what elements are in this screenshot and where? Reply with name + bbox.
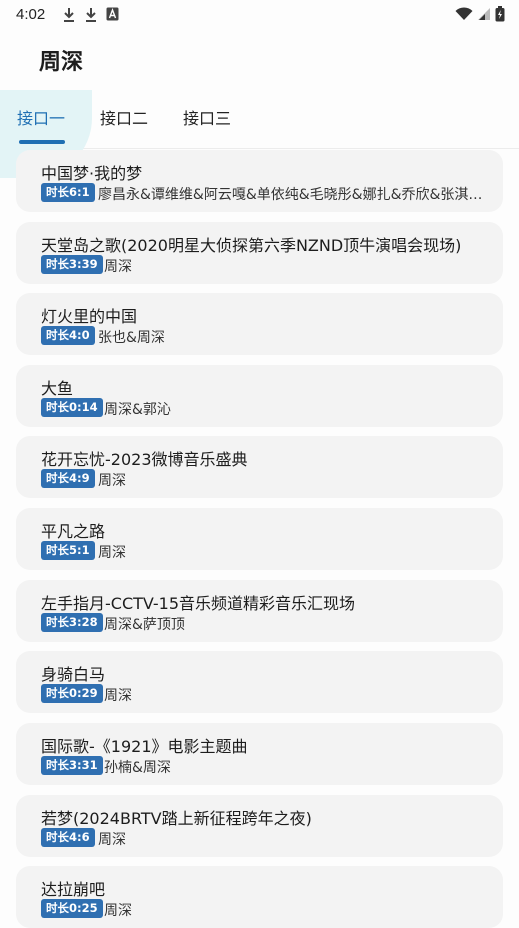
song-title: 平凡之路 xyxy=(41,522,106,541)
duration-badge: 时长0:14 xyxy=(41,398,103,417)
duration-badge: 时长0:25 xyxy=(41,899,103,918)
song-title: 达拉崩吧 xyxy=(41,880,106,899)
song-title: 中国梦·我的梦 xyxy=(41,164,143,183)
song-card[interactable]: 若梦(2024BRTV踏上新征程跨年之夜) 时长4:6 周深 xyxy=(16,795,503,857)
song-card[interactable]: 左手指月-CCTV-15音乐频道精彩音乐汇现场 时长3:28 周深&萨顶顶 xyxy=(16,580,503,642)
duration-badge: 时长4:0 xyxy=(41,326,95,345)
duration-badge: 时长6:1 xyxy=(41,183,95,202)
song-artist: 周深 xyxy=(104,903,132,919)
song-artist: 周深 xyxy=(98,545,126,561)
song-artist: 周深 xyxy=(104,688,132,704)
duration-badge: 时长3:39 xyxy=(41,255,103,274)
song-card[interactable]: 花开忘忧-2023微博音乐盛典 时长4:9 周深 xyxy=(16,436,503,498)
song-title: 身骑白马 xyxy=(41,665,106,684)
song-title: 灯火里的中国 xyxy=(41,307,138,326)
status-time: 4:02 xyxy=(16,6,46,23)
song-artist: 周深 xyxy=(98,832,126,848)
song-artist: 周深&郭沁 xyxy=(104,402,171,418)
song-title: 天堂岛之歌(2020明星大侦探第六季NZND顶牛演唱会现场) xyxy=(41,236,462,255)
song-card[interactable]: 大鱼 时长0:14 周深&郭沁 xyxy=(16,365,503,427)
song-card[interactable]: 国际歌-《1921》电影主题曲 时长3:31 孙楠&周深 xyxy=(16,723,503,785)
song-artist: 廖昌永&谭维维&阿云嘎&单依纯&毛晓彤&娜扎&乔欣&张淇… xyxy=(98,187,483,203)
status-icons-right xyxy=(455,6,505,22)
wifi-icon xyxy=(455,7,473,20)
status-icons-left xyxy=(62,7,119,23)
song-title: 国际歌-《1921》电影主题曲 xyxy=(41,737,248,756)
song-title: 花开忘忧-2023微博音乐盛典 xyxy=(41,450,248,469)
download-icon xyxy=(86,8,96,22)
duration-badge: 时长4:6 xyxy=(41,828,95,847)
duration-badge: 时长0:29 xyxy=(41,684,103,703)
song-card[interactable]: 天堂岛之歌(2020明星大侦探第六季NZND顶牛演唱会现场) 时长3:39 周深 xyxy=(16,222,503,284)
download-icon xyxy=(64,8,74,22)
song-card[interactable]: 中国梦·我的梦 时长6:1 廖昌永&谭维维&阿云嘎&单依纯&毛晓彤&娜扎&乔欣&… xyxy=(16,150,503,212)
song-card[interactable]: 灯火里的中国 时长4:0 张也&周深 xyxy=(16,293,503,355)
song-artist: 周深 xyxy=(104,259,132,275)
text-icon xyxy=(106,7,119,21)
song-artist: 周深 xyxy=(98,473,126,489)
song-card[interactable]: 身骑白马 时长0:29 周深 xyxy=(16,651,503,713)
song-title: 大鱼 xyxy=(41,379,74,398)
duration-badge: 时长3:28 xyxy=(41,613,103,632)
song-artist: 周深&萨顶顶 xyxy=(104,617,185,633)
duration-badge: 时长5:1 xyxy=(41,541,95,560)
status-bar: 4:02 xyxy=(0,0,519,30)
tab-interface-2[interactable]: 接口二 xyxy=(100,90,148,148)
song-artist: 张也&周深 xyxy=(98,330,165,346)
duration-badge: 时长3:31 xyxy=(41,756,103,775)
song-card[interactable]: 平凡之路 时长5:1 周深 xyxy=(16,508,503,570)
tab-indicator xyxy=(19,140,65,144)
signal-icon xyxy=(478,8,490,20)
song-title: 左手指月-CCTV-15音乐频道精彩音乐汇现场 xyxy=(41,594,356,613)
battery-icon xyxy=(495,6,505,22)
song-artist: 孙楠&周深 xyxy=(104,760,171,776)
tab-interface-3[interactable]: 接口三 xyxy=(183,90,231,148)
tab-bar: 接口一 接口二 接口三 xyxy=(0,90,519,178)
page-title: 周深 xyxy=(39,50,84,75)
song-card[interactable]: 达拉崩吧 时长0:25 周深 xyxy=(16,866,503,928)
song-title: 若梦(2024BRTV踏上新征程跨年之夜) xyxy=(41,809,312,828)
duration-badge: 时长4:9 xyxy=(41,469,95,488)
